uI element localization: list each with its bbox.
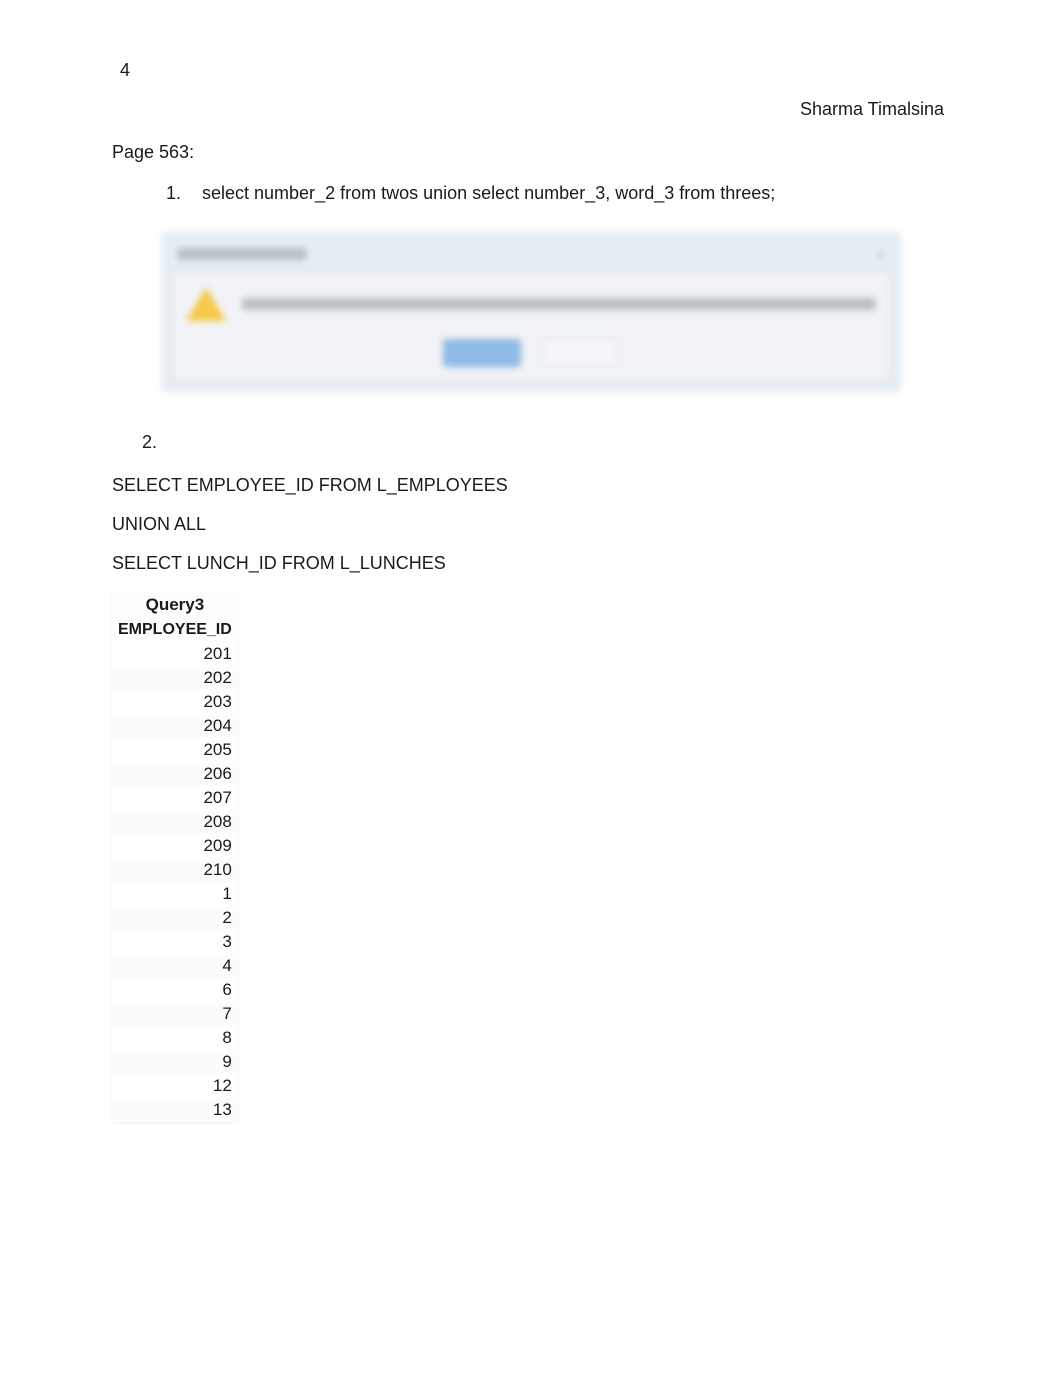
table-cell: 8 — [112, 1026, 238, 1050]
table-row: 12 — [112, 1074, 238, 1098]
table-cell: 6 — [112, 978, 238, 1002]
table-row: 204 — [112, 714, 238, 738]
page-label: Page 563: — [112, 142, 950, 163]
ok-button — [443, 339, 521, 367]
table-cell: 2 — [112, 906, 238, 930]
table-cell: 3 — [112, 930, 238, 954]
author-name: Sharma Timalsina — [112, 99, 950, 120]
table-cell: 204 — [112, 714, 238, 738]
table-cell: 206 — [112, 762, 238, 786]
table-row: 6 — [112, 978, 238, 1002]
table-cell: 12 — [112, 1074, 238, 1098]
table-cell: 1 — [112, 882, 238, 906]
table-row: 205 — [112, 738, 238, 762]
table-row: 206 — [112, 762, 238, 786]
list-item-1-number: 1. — [166, 183, 184, 204]
sql-line-1: SELECT EMPLOYEE_ID FROM L_EMPLOYEES — [112, 475, 950, 496]
table-cell: 202 — [112, 666, 238, 690]
table-cell: 201 — [112, 642, 238, 666]
table-title: Query3 — [112, 592, 238, 618]
table-row: 2 — [112, 906, 238, 930]
table-row: 9 — [112, 1050, 238, 1074]
list-item-1-text: select number_2 from twos union select n… — [202, 183, 775, 204]
table-cell: 208 — [112, 810, 238, 834]
table-cell: 7 — [112, 1002, 238, 1026]
help-button — [541, 339, 619, 367]
warning-icon — [186, 287, 226, 321]
sql-line-3: SELECT LUNCH_ID FROM L_LUNCHES — [112, 553, 950, 574]
table-row: 8 — [112, 1026, 238, 1050]
table-cell: 4 — [112, 954, 238, 978]
table-row: 4 — [112, 954, 238, 978]
table-row: 210 — [112, 858, 238, 882]
table-row: 3 — [112, 930, 238, 954]
table-row: 7 — [112, 1002, 238, 1026]
table-row: 202 — [112, 666, 238, 690]
sql-line-2: UNION ALL — [112, 514, 950, 535]
table-row: 207 — [112, 786, 238, 810]
list-item-2-number: 2. — [142, 432, 950, 453]
table-row: 201 — [112, 642, 238, 666]
result-table: Query3 EMPLOYEE_ID 201202203204205206207… — [112, 592, 238, 1122]
table-row: 209 — [112, 834, 238, 858]
table-cell: 210 — [112, 858, 238, 882]
table-cell: 13 — [112, 1098, 238, 1122]
table-cell: 203 — [112, 690, 238, 714]
table-cell: 209 — [112, 834, 238, 858]
table-row: 203 — [112, 690, 238, 714]
close-icon: × — [877, 246, 885, 262]
table-row: 208 — [112, 810, 238, 834]
table-cell: 207 — [112, 786, 238, 810]
dialog-message — [242, 298, 876, 310]
table-cell: 205 — [112, 738, 238, 762]
dialog-title — [177, 248, 307, 260]
table-cell: 9 — [112, 1050, 238, 1074]
page-number: 4 — [120, 60, 950, 81]
table-row: 13 — [112, 1098, 238, 1122]
list-item-1: 1. select number_2 from twos union selec… — [166, 183, 950, 204]
table-column-header: EMPLOYEE_ID — [112, 618, 238, 642]
table-row: 1 — [112, 882, 238, 906]
dialog-screenshot: × — [112, 232, 950, 392]
